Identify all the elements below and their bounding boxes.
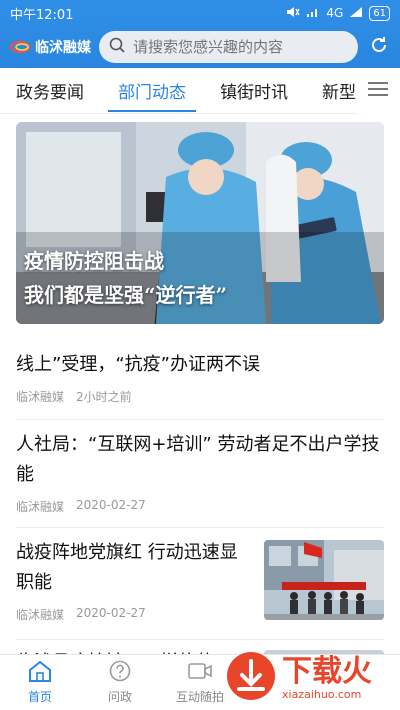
news-source: 临沭融媒 [16,500,65,514]
logo-text: 临沭融媒 [35,40,91,56]
news-title: 人社局：“互联网+培训” 劳动者足不出户学技能 [16,434,380,485]
signal-icon [306,6,320,21]
list-item[interactable]: 线上”受理，“抗疫”办证两不误 临沭融媒 2小时之前 [16,324,384,420]
tab-zhenjie[interactable]: 镇街时讯 [220,68,288,114]
news-list: 线上”受理，“抗疫”办证两不误 临沭融媒 2小时之前 人社局：“互联网+培训” … [0,324,400,680]
search-input[interactable] [133,38,348,56]
top-header: 临沭融媒 [0,26,400,68]
video-camera-icon [187,660,213,685]
news-source: 临沭融媒 [16,608,65,622]
news-time: 2020-02-27 [76,606,146,620]
nav-wenzheng[interactable]: 问政 [80,660,160,705]
search-box[interactable] [99,31,358,63]
tab-xinxing[interactable]: 新型 [322,68,356,114]
watermark-url: xiazaihuo.com [282,687,362,701]
news-thumbnail [264,540,384,620]
news-title: 战疫阵地党旗红 行动迅速显职能 [16,542,238,593]
list-item[interactable]: 战疫阵地党旗红 行动迅速显职能 临沭融媒 2020-02-27 [16,528,384,640]
watermark-title: 下载火 [282,653,372,689]
hero-caption-line2: 我们都是坚强“逆行者” [24,283,228,307]
news-source: 临沭融媒 [16,390,65,404]
watermark-logo-icon [224,649,278,707]
network-type: 4G [326,6,344,20]
app-header-area: 中午12:01 4G 61 临沭融媒 [0,0,400,68]
mute-icon [286,6,300,21]
hero-caption-line1: 疫情防控阻击战 [24,249,164,273]
nav-home[interactable]: 首页 [0,660,80,705]
news-title: 线上”受理，“抗疫”办证两不误 [16,354,260,375]
refresh-icon [369,35,389,59]
category-tabs: 政务要闻 部门动态 镇街时讯 新型 [0,68,400,114]
menu-icon [367,81,389,101]
status-time: 中午12:01 [10,7,74,23]
signal-bars-icon [349,6,363,21]
question-icon [108,660,132,685]
nav-wenzheng-label: 问政 [107,690,132,704]
news-time: 2020-02-27 [76,498,146,512]
list-item[interactable]: 人社局：“互联网+培训” 劳动者足不出户学技能 临沭融媒 2020-02-27 [16,420,384,528]
hero-banner[interactable]: 疫情防控阻击战 我们都是坚强“逆行者” [16,122,384,324]
nav-home-label: 首页 [27,690,52,704]
news-time: 2小时之前 [76,390,132,404]
watermark: 下载火 xiazaihuo.com [224,648,394,708]
tab-bumen[interactable]: 部门动态 [108,68,196,114]
search-icon [109,37,125,57]
app-logo: 临沭融媒 [10,37,91,57]
battery-indicator: 61 [369,5,390,21]
thumbnail-image [264,540,384,620]
tab-zhengwu[interactable]: 政务要闻 [16,68,84,114]
logo-mark-icon [10,40,32,54]
hero-caption: 疫情防控阻击战 我们都是坚强“逆行者” [24,244,227,312]
status-bar: 中午12:01 4G 61 [0,0,400,26]
nav-interactive-photo-label: 互动随拍 [175,690,224,704]
tab-menu-button[interactable] [356,68,400,114]
home-icon [28,660,52,685]
refresh-button[interactable] [366,34,392,60]
